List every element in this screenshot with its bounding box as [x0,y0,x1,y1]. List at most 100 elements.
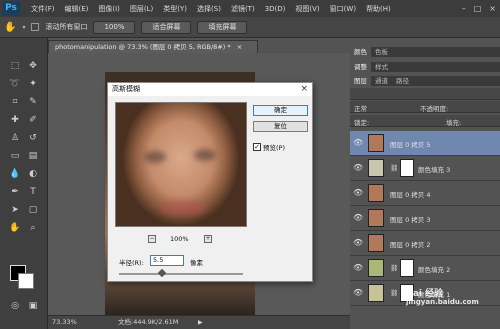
zoom-in-button[interactable]: + [204,235,212,243]
layer-name: 图层 0 拷贝 2 [390,241,431,249]
blur-tool-icon[interactable]: 💧 [8,168,22,180]
tab-paths[interactable]: 路径 [392,76,413,86]
zoom-out-button[interactable]: − [148,235,156,243]
mask-link-icon[interactable]: ⛓ [390,289,398,297]
menu-filter[interactable]: 滤镜(T) [226,4,260,14]
healing-brush-icon[interactable]: ✚ [8,114,22,126]
document-size-info: 文档:444.9K/2.61M [118,318,179,326]
reset-button[interactable]: 复位 [253,121,308,132]
blur-preview[interactable] [115,102,247,227]
preview-toggle[interactable]: ✓ 预览(P) [253,142,285,152]
layer-filter-bar [350,88,500,100]
zoom-readout[interactable]: 73.33% [52,316,77,329]
tab-color[interactable]: 颜色 [350,47,371,57]
path-selection-icon[interactable]: ➤ [8,204,22,216]
background-color-swatch[interactable] [18,273,34,289]
visibility-eye-icon[interactable]: 👁 [353,263,363,273]
options-bar: ✋ ▾ 滚动所有窗口 100% 适合屏幕 填充屏幕 [0,17,500,38]
hand-tool-icon: ✋ [4,21,17,33]
menu-select[interactable]: 选择(S) [192,4,226,14]
menu-bar: Ps 文件(F) 编辑(E) 图像(I) 图层(L) 类型(Y) 选择(S) 滤… [0,0,500,17]
fit-screen-button[interactable]: 适合屏幕 [141,20,192,34]
visibility-eye-icon[interactable]: 👁 [353,213,363,223]
pen-tool-icon[interactable]: ✒ [8,186,22,198]
mask-link-icon[interactable]: ⛓ [390,264,398,272]
tab-swatches[interactable]: 色板 [371,47,392,57]
window-controls: – □ × [462,0,496,17]
shape-tool-icon[interactable]: ▢ [26,204,40,216]
menu-window[interactable]: 窗口(W) [325,4,361,14]
layer-row[interactable]: 👁 ⛓ 颜色填充 2 [350,256,500,281]
blend-mode-select[interactable]: 正常 [354,103,367,113]
layer-name: 图层 0 拷贝 3 [390,216,431,224]
tab-channels[interactable]: 通道 [371,76,392,86]
lock-fill-bar: 锁定: 填充: [350,115,500,127]
close-icon[interactable]: × [489,4,496,13]
dialog-close-icon[interactable]: × [300,83,308,96]
tab-layers[interactable]: 图层 [350,76,371,86]
eyedropper-icon[interactable]: ✎ [26,96,40,108]
document-close-icon[interactable]: × [237,43,242,51]
radius-input[interactable]: 5.5 [150,255,184,266]
layer-thumbnail [368,234,384,252]
menu-file[interactable]: 文件(F) [26,4,60,14]
menu-image[interactable]: 图像(I) [93,4,125,14]
magic-wand-icon[interactable]: ✦ [26,78,40,90]
clone-stamp-icon[interactable]: ♙ [8,132,22,144]
zoom-tool-icon[interactable]: ⌕ [26,222,40,234]
lasso-tool-icon[interactable]: ➰ [8,78,22,90]
crop-tool-icon[interactable]: ⌗ [8,96,22,108]
layer-thumbnail [368,284,384,302]
menu-help[interactable]: 帮助(H) [361,4,396,14]
move-tool-icon[interactable]: ✥ [26,60,40,72]
document-tab[interactable]: photomanipulation @ 73.3% (图层 0 拷贝 5, RG… [48,40,258,53]
adjustments-panel-tabs: 调整 样式 [350,62,500,72]
visibility-eye-icon[interactable]: 👁 [353,188,363,198]
visibility-eye-icon[interactable]: 👁 [353,163,363,173]
ok-button[interactable]: 确定 [253,105,308,116]
tool-preset-chevron-icon[interactable]: ▾ [22,24,25,31]
preview-eye-right [194,149,216,161]
layer-row[interactable]: 👁 ⛓ 颜色填充 3 [350,156,500,181]
watermark-url: jingyan.baidu.com [406,298,479,306]
hand-tool-icon[interactable]: ✋ [8,222,22,234]
brush-tool-icon[interactable]: ✐ [26,114,40,126]
minimize-icon[interactable]: – [462,4,466,13]
menu-3d[interactable]: 3D(D) [260,5,291,13]
maximize-icon[interactable]: □ [474,4,482,13]
mask-link-icon[interactable]: ⛓ [390,164,398,172]
layer-row[interactable]: 👁 图层 0 拷贝 3 [350,206,500,231]
menu-layer[interactable]: 图层(L) [125,4,158,14]
quick-mask-icon[interactable]: ◎ [8,300,22,312]
marquee-tool-icon[interactable]: ⬚ [8,60,22,72]
zoom-100-button[interactable]: 100% [93,20,136,34]
radius-slider-track[interactable] [119,273,243,275]
menu-edit[interactable]: 编辑(E) [60,4,94,14]
radius-slider-thumb[interactable] [157,268,167,278]
scroll-all-windows-checkbox[interactable] [31,23,40,31]
visibility-eye-icon[interactable]: 👁 [353,238,363,248]
eraser-tool-icon[interactable]: ▭ [8,150,22,162]
layer-row[interactable]: 👁 图层 0 拷贝 5 [350,131,500,156]
radius-label: 半径(R): [119,259,144,267]
status-bar: 73.33% 文档:444.9K/2.61M ▶ [48,315,350,329]
preview-checkbox[interactable]: ✓ [253,143,261,151]
layer-mask-thumbnail [400,159,414,177]
menu-view[interactable]: 视图(V) [290,4,324,14]
lock-label: 锁定: [354,119,370,127]
fill-screen-button[interactable]: 填充屏幕 [197,20,248,34]
gradient-tool-icon[interactable]: ▤ [26,150,40,162]
screen-mode-icon[interactable]: ▣ [26,300,40,312]
status-menu-arrow-icon[interactable]: ▶ [198,316,203,329]
dodge-tool-icon[interactable]: ◐ [26,168,40,180]
layer-row[interactable]: 👁 图层 0 拷贝 4 [350,181,500,206]
history-brush-icon[interactable]: ↺ [26,132,40,144]
menu-type[interactable]: 类型(Y) [158,4,192,14]
layer-name: 图层 0 拷贝 4 [390,191,431,199]
layer-row[interactable]: 👁 图层 0 拷贝 2 [350,231,500,256]
visibility-eye-icon[interactable]: 👁 [353,288,363,298]
tab-styles[interactable]: 样式 [371,62,392,72]
type-tool-icon[interactable]: T [26,186,40,198]
visibility-eye-icon[interactable]: 👁 [353,138,363,148]
tab-adjustments[interactable]: 调整 [350,62,371,72]
